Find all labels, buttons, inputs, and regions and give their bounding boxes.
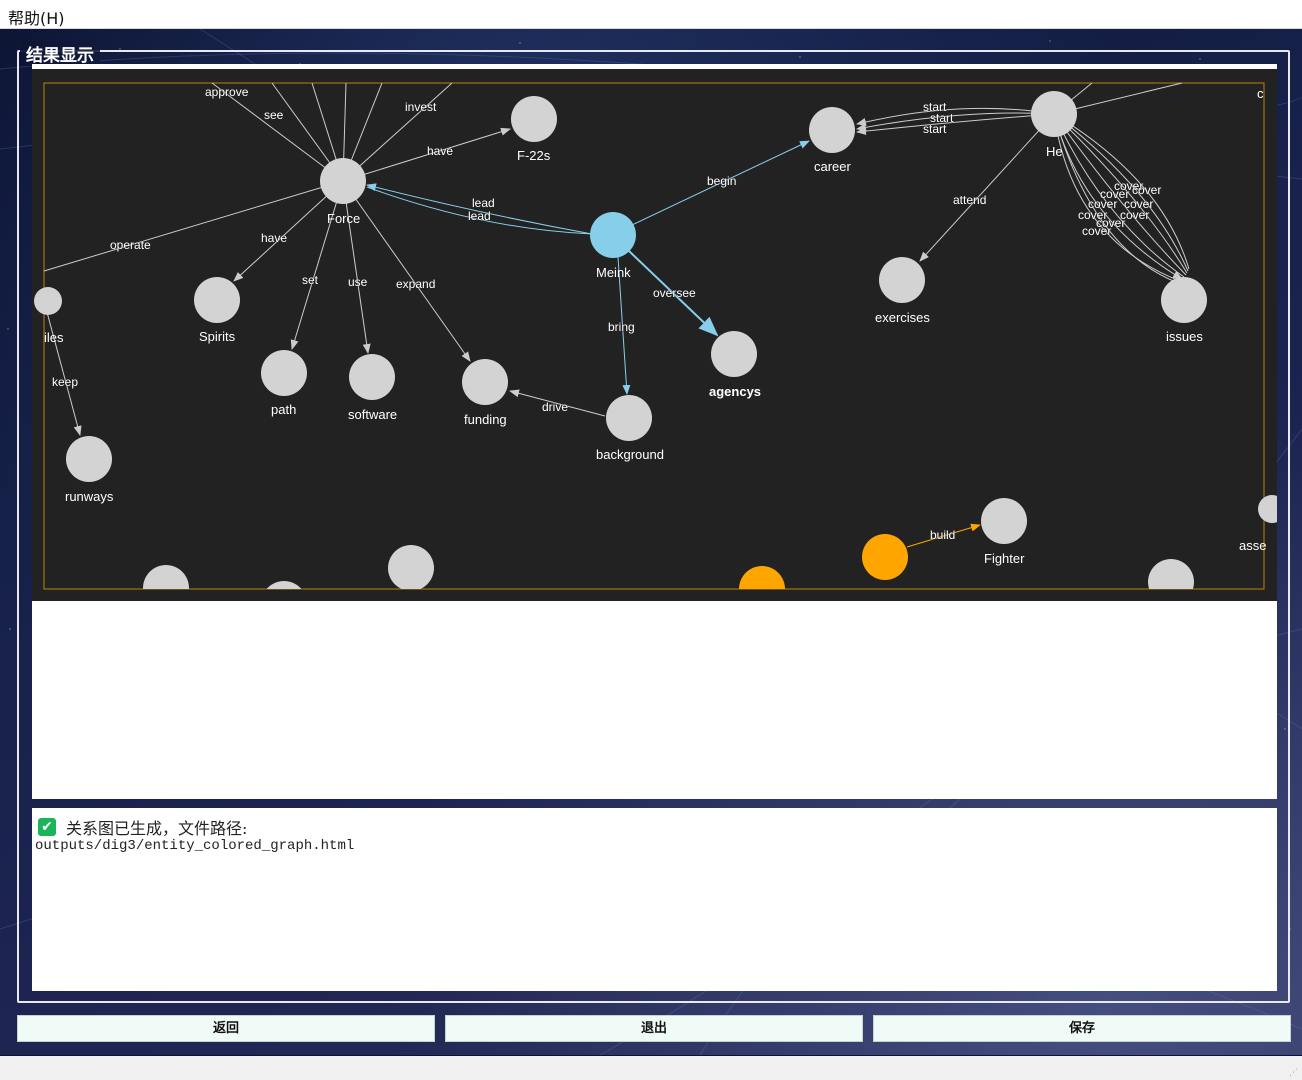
edge-label-cover: cover [1132,183,1161,197]
edge-label-bring: bring [608,320,635,334]
edge-label-operate: operate [110,238,151,252]
node-label-fighter: Fighter [984,551,1025,566]
menu-help[interactable]: 帮助(H) [8,5,65,29]
edge-label-cover: cover [1082,224,1111,238]
node-label-runways: runways [65,489,114,504]
check-icon: ✔ [38,818,56,836]
node-partial[interactable] [1148,559,1194,601]
status-bar: ⋰ [0,1056,1302,1080]
node-spirits[interactable] [194,277,240,323]
node-partial[interactable] [388,545,434,591]
edge-label-drive: drive [542,400,568,414]
node-software[interactable] [349,354,395,400]
resize-grip-icon[interactable]: ⋰ [1289,1068,1298,1078]
node-label-agencys: agencys [709,384,761,399]
edge-label-build: build [930,528,955,542]
node-label-spirits: Spirits [199,329,236,344]
node-meink[interactable] [590,212,636,258]
node-label-meink: Meink [596,265,631,280]
edge-label-have: have [427,144,453,158]
edge-label-keep: keep [52,375,78,389]
node-asse[interactable] [1258,495,1277,523]
menu-bar: 帮助(H) [0,0,1302,29]
node-label-background: background [596,447,664,462]
edge-label-begin: begin [707,174,736,188]
relation-graph-canvas[interactable]: approve see invest have lead lead begin … [32,69,1277,601]
node-label-he: He [1046,144,1063,159]
edge-label-lead: lead [472,196,495,210]
save-button[interactable]: 保存 [873,1015,1291,1042]
edge-label-set: set [302,273,319,287]
node-label-exercises: exercises [875,310,930,325]
node-career[interactable] [809,107,855,153]
edge-label-have: have [261,231,287,245]
back-button[interactable]: 返回 [17,1015,435,1042]
node-agencys[interactable] [711,331,757,377]
log-message: 关系图已生成，文件路径: [66,819,248,838]
node-partial[interactable] [143,565,189,601]
node-he[interactable] [1031,91,1077,137]
node-background[interactable] [606,395,652,441]
log-file-path: outputs/dig3/entity_colored_graph.html [35,838,355,854]
edge-label-use: use [348,275,368,289]
node-label-c: c [1257,86,1264,101]
node-runways[interactable] [66,436,112,482]
edge-label-invest: invest [405,100,437,114]
node-label-funding: funding [464,412,507,427]
node-label-issues: issues [1166,329,1203,344]
node-labels: Force F-22s career He Meink exercises is… [44,86,1266,566]
node-force[interactable] [320,158,366,204]
result-group-title: 结果显示 [20,41,100,66]
node-label-asse: asse [1239,538,1266,553]
log-output[interactable]: ✔ 关系图已生成，文件路径: outputs/dig3/entity_color… [32,808,1277,991]
node-highlight[interactable] [862,534,908,580]
edge-label-approve: approve [205,85,249,99]
graph-edges [43,82,1190,436]
node-label-iles: iles [44,330,64,345]
node-label-career: career [814,159,852,174]
edge-label-expand: expand [396,277,435,291]
node-iles[interactable] [34,287,62,315]
edge-label-see: see [264,108,284,122]
edge-label-attend: attend [953,193,986,207]
edge-label-start: start [923,122,947,136]
node-f22s[interactable] [511,96,557,142]
node-funding[interactable] [462,359,508,405]
node-partial-highlight[interactable] [739,566,785,601]
node-label-path: path [271,402,296,417]
node-partial[interactable] [261,581,307,601]
edge-label-lead: lead [468,209,491,223]
graph-nodes [34,91,1277,601]
node-issues[interactable] [1161,277,1207,323]
log-line-status: ✔ 关系图已生成，文件路径: [38,815,247,839]
node-path[interactable] [261,350,307,396]
edge-label-oversee: oversee [653,286,696,300]
node-label-force: Force [327,211,360,226]
node-label-software: software [348,407,397,422]
node-label-f22s: F-22s [517,148,551,163]
exit-button[interactable]: 退出 [445,1015,863,1042]
node-fighter[interactable] [981,498,1027,544]
node-exercises[interactable] [879,257,925,303]
